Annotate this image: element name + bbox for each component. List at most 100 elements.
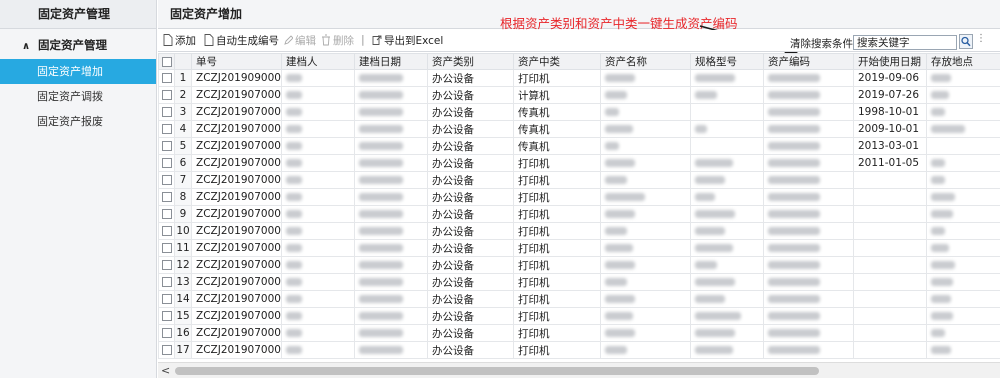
cell-spec-model bbox=[690, 154, 764, 172]
row-checkbox[interactable] bbox=[158, 222, 175, 240]
column-header[interactable]: 资产类别 bbox=[427, 53, 514, 70]
select-all-checkbox[interactable] bbox=[158, 53, 175, 70]
row-checkbox[interactable] bbox=[158, 103, 175, 121]
search-icon[interactable] bbox=[959, 34, 973, 49]
redacted-value bbox=[286, 244, 302, 252]
row-checkbox[interactable] bbox=[158, 188, 175, 206]
cell-create-date bbox=[354, 239, 428, 257]
cell-asset-code bbox=[763, 205, 854, 223]
cell-asset-code bbox=[763, 256, 854, 274]
column-header[interactable]: 建档日期 bbox=[354, 53, 428, 70]
cell-asset-name bbox=[600, 341, 691, 359]
sidebar-item-asset-transfer[interactable]: 固定资产调拨 bbox=[0, 84, 156, 109]
table-row[interactable]: 8 ZCZJ2019070001 办公设备 打印机 bbox=[158, 188, 1000, 206]
row-checkbox[interactable] bbox=[158, 273, 175, 291]
row-checkbox[interactable] bbox=[158, 137, 175, 155]
cell-creator bbox=[281, 69, 355, 87]
row-number: 5 bbox=[174, 137, 192, 155]
toolbar: 添加 自动生成编号 编辑 删除 | 导出到Excel 清除搜索条件 ⋮ bbox=[158, 30, 1000, 52]
table-row[interactable]: 15 ZCZJ2019070001 办公设备 打印机 bbox=[158, 307, 1000, 325]
cell-category: 办公设备 bbox=[427, 188, 514, 206]
row-checkbox[interactable] bbox=[158, 154, 175, 172]
row-checkbox[interactable] bbox=[158, 307, 175, 325]
cell-spec-model bbox=[690, 290, 764, 308]
row-checkbox[interactable] bbox=[158, 120, 175, 138]
row-checkbox[interactable] bbox=[158, 171, 175, 189]
table-row[interactable]: 3 ZCZJ2019070001 办公设备 传真机 1998-10-01 bbox=[158, 103, 1000, 121]
sidebar-item-asset-scrap[interactable]: 固定资产报废 bbox=[0, 109, 156, 134]
more-options-icon[interactable]: ⋮ bbox=[976, 33, 986, 44]
table-row[interactable]: 12 ZCZJ2019070001 办公设备 打印机 bbox=[158, 256, 1000, 274]
cell-create-date bbox=[354, 86, 428, 104]
table-row[interactable]: 11 ZCZJ2019070001 办公设备 打印机 bbox=[158, 239, 1000, 257]
delete-button[interactable]: 删除 bbox=[321, 33, 354, 49]
edit-button[interactable]: 编辑 bbox=[283, 33, 316, 49]
cell-spec-model bbox=[690, 103, 764, 121]
auto-generate-button[interactable]: 自动生成编号 bbox=[204, 33, 279, 49]
table-row[interactable]: 1 ZCZJ2019090001 办公设备 打印机 2019-09-06 bbox=[158, 69, 1000, 87]
row-checkbox[interactable] bbox=[158, 290, 175, 308]
cell-start-date bbox=[853, 256, 927, 274]
table-row[interactable]: 17 ZCZJ2019070001 办公设备 打印机 bbox=[158, 341, 1000, 359]
cell-start-date: 2011-01-05 bbox=[853, 154, 927, 172]
cell-create-date bbox=[354, 256, 428, 274]
table-row[interactable]: 10 ZCZJ2019070001 办公设备 打印机 bbox=[158, 222, 1000, 240]
redacted-value bbox=[605, 142, 619, 150]
cell-category: 办公设备 bbox=[427, 154, 514, 172]
redacted-value bbox=[931, 91, 949, 99]
scroll-left-icon[interactable]: < bbox=[161, 364, 170, 377]
row-checkbox[interactable] bbox=[158, 324, 175, 342]
table-row[interactable]: 13 ZCZJ2019070001 办公设备 打印机 bbox=[158, 273, 1000, 291]
table-row[interactable]: 6 ZCZJ2019070001 办公设备 打印机 2011-01-05 bbox=[158, 154, 1000, 172]
cell-creator bbox=[281, 341, 355, 359]
clear-search-button[interactable]: 清除搜索条件 bbox=[790, 36, 853, 51]
cell-asset-code bbox=[763, 188, 854, 206]
cell-subcategory: 打印机 bbox=[513, 171, 601, 189]
column-header[interactable]: 单号 bbox=[191, 53, 282, 70]
column-header[interactable]: 开始使用日期 bbox=[853, 53, 927, 70]
table-row[interactable]: 14 ZCZJ2019070001 办公设备 打印机 bbox=[158, 290, 1000, 308]
cell-asset-name bbox=[600, 171, 691, 189]
row-checkbox[interactable] bbox=[158, 239, 175, 257]
export-excel-button[interactable]: 导出到Excel bbox=[372, 33, 443, 49]
table-row[interactable]: 2 ZCZJ2019070002 办公设备 计算机 2019-07-26 bbox=[158, 86, 1000, 104]
table-row[interactable]: 4 ZCZJ2019070001 办公设备 传真机 2009-10-01 bbox=[158, 120, 1000, 138]
cell-start-date bbox=[853, 239, 927, 257]
row-checkbox[interactable] bbox=[158, 256, 175, 274]
cell-create-date bbox=[354, 103, 428, 121]
column-header[interactable]: 资产编码 bbox=[763, 53, 854, 70]
column-header[interactable]: 资产中类 bbox=[513, 53, 601, 70]
auto-generate-button-label: 自动生成编号 bbox=[216, 35, 279, 47]
cell-creator bbox=[281, 256, 355, 274]
cell-spec-model bbox=[690, 222, 764, 240]
sidebar-group-fixed-assets[interactable]: ∧ 固定资产管理 bbox=[0, 31, 156, 59]
export-icon bbox=[372, 35, 382, 45]
row-checkbox[interactable] bbox=[158, 69, 175, 87]
table-row[interactable]: 16 ZCZJ2019070001 办公设备 打印机 bbox=[158, 324, 1000, 342]
table-row[interactable]: 7 ZCZJ2019070001 办公设备 打印机 bbox=[158, 171, 1000, 189]
redacted-value bbox=[605, 74, 635, 82]
row-checkbox[interactable] bbox=[158, 205, 175, 223]
add-button[interactable]: 添加 bbox=[163, 33, 196, 49]
column-header[interactable]: 存放地点 bbox=[926, 53, 1000, 70]
column-header[interactable]: 资产名称 bbox=[600, 53, 691, 70]
cell-category: 办公设备 bbox=[427, 256, 514, 274]
cell-asset-name bbox=[600, 222, 691, 240]
cell-create-date bbox=[354, 188, 428, 206]
cell-category: 办公设备 bbox=[427, 222, 514, 240]
redacted-value bbox=[286, 329, 302, 337]
row-checkbox[interactable] bbox=[158, 341, 175, 359]
table-row[interactable]: 9 ZCZJ2019070001 办公设备 打印机 bbox=[158, 205, 1000, 223]
table-row[interactable]: 5 ZCZJ2019070001 办公设备 传真机 2013-03-01 bbox=[158, 137, 1000, 155]
scrollbar-thumb[interactable] bbox=[175, 367, 819, 375]
column-header[interactable]: 规格型号 bbox=[690, 53, 764, 70]
row-checkbox[interactable] bbox=[158, 86, 175, 104]
sidebar-item-asset-add[interactable]: 固定资产增加 bbox=[0, 59, 156, 84]
search-input[interactable] bbox=[853, 35, 957, 50]
cell-creator bbox=[281, 239, 355, 257]
cell-order-number: ZCZJ2019070002 bbox=[191, 86, 282, 104]
horizontal-scrollbar[interactable]: < bbox=[158, 362, 1000, 378]
cell-start-date bbox=[853, 222, 927, 240]
redacted-value bbox=[931, 227, 945, 235]
column-header[interactable]: 建档人 bbox=[281, 53, 355, 70]
